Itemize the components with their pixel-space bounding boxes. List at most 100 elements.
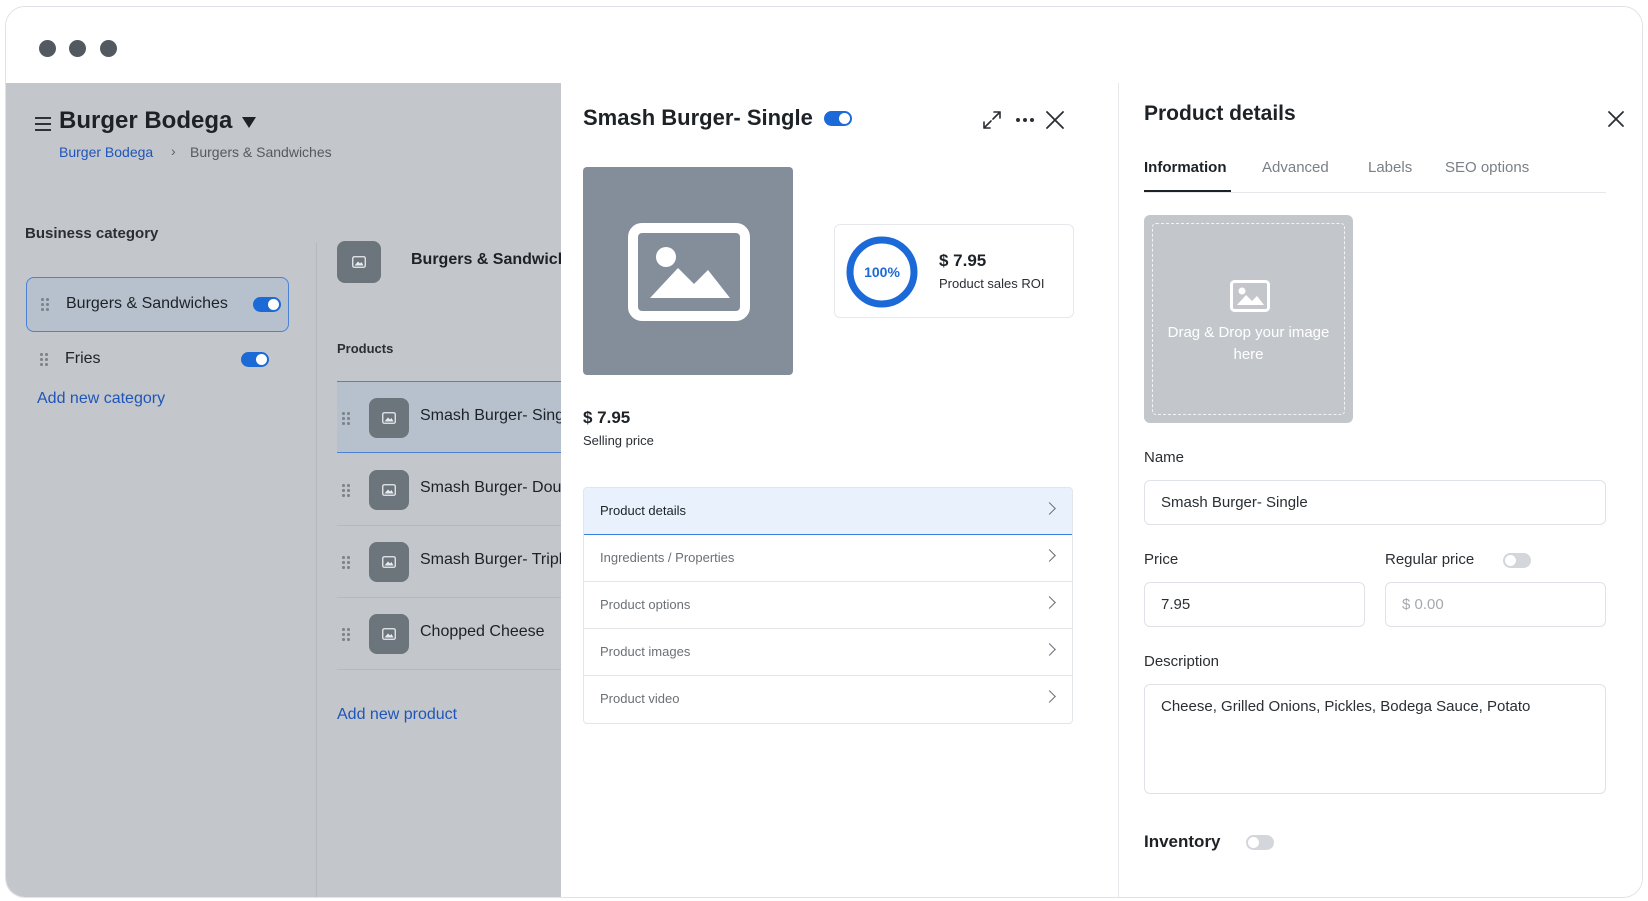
product-enabled-toggle[interactable]: [824, 111, 852, 126]
drag-handle-icon[interactable]: [342, 628, 350, 641]
product-name: Smash Burger- Triple: [420, 551, 572, 568]
menu-item-label: Ingredients / Properties: [600, 550, 735, 565]
image-icon: [382, 628, 396, 640]
hamburger-menu-icon[interactable]: [35, 117, 51, 131]
add-category-link[interactable]: Add new category: [37, 390, 165, 408]
name-input[interactable]: Smash Burger- Single: [1144, 480, 1606, 525]
breadcrumb-category: Burgers & Sandwiches: [190, 144, 332, 160]
breadcrumb-business[interactable]: Burger Bodega: [59, 144, 153, 160]
chevron-right-icon: [1043, 690, 1056, 703]
category-label: Burgers & Sandwiches: [66, 295, 228, 312]
roi-card: 100% $ 7.95 Product sales ROI: [834, 224, 1074, 318]
product-row[interactable]: Chopped Cheese: [337, 598, 561, 670]
tab-information[interactable]: Information: [1144, 159, 1227, 176]
close-icon[interactable]: [1605, 108, 1627, 130]
chevron-right-icon: [1043, 502, 1056, 515]
breadcrumb-chevron-icon: ›: [171, 143, 176, 159]
details-tabs: Information Advanced Labels SEO options: [1144, 153, 1606, 193]
product-name: Smash Burger- Single: [420, 407, 577, 424]
product-name: Chopped Cheese: [420, 623, 545, 640]
menu-item-ingredients[interactable]: Ingredients / Properties: [584, 535, 1072, 582]
inventory-toggle[interactable]: [1246, 835, 1274, 850]
roi-value: $ 7.95: [939, 251, 987, 270]
close-icon[interactable]: [1042, 107, 1068, 133]
window-maximize-dot[interactable]: [100, 40, 117, 57]
menu-item-label: Product details: [600, 503, 686, 518]
business-category-heading: Business category: [25, 225, 159, 242]
details-title: Product details: [1144, 102, 1296, 125]
window-close-dot[interactable]: [39, 40, 56, 57]
tab-advanced[interactable]: Advanced: [1262, 159, 1329, 176]
menu-item-product-details[interactable]: Product details: [584, 488, 1072, 535]
products-heading: Products: [337, 341, 394, 356]
menu-item-label: Product images: [600, 644, 691, 659]
price-input[interactable]: 7.95: [1144, 582, 1365, 627]
category-toggle[interactable]: [241, 352, 269, 367]
regular-price-toggle[interactable]: [1503, 553, 1531, 568]
window-minimize-dot[interactable]: [69, 40, 86, 57]
product-panel: Smash Burger- Single 100% $ 7.95 Product…: [561, 83, 1119, 897]
product-image[interactable]: [583, 167, 793, 375]
product-row[interactable]: Smash Burger- Double: [337, 454, 583, 526]
product-thumb: [369, 470, 409, 510]
chevron-right-icon: [1043, 643, 1056, 656]
menu-item-label: Product video: [600, 691, 680, 706]
expand-icon[interactable]: [979, 107, 1005, 133]
drag-handle-icon[interactable]: [342, 556, 350, 569]
active-tab-indicator: [1144, 190, 1231, 192]
add-product-link[interactable]: Add new product: [337, 706, 457, 724]
more-options-icon[interactable]: [1012, 107, 1038, 133]
category-item-burgers[interactable]: Burgers & Sandwiches: [26, 277, 289, 332]
tab-labels[interactable]: Labels: [1368, 159, 1412, 176]
chevron-right-icon: [1043, 549, 1056, 562]
category-toggle[interactable]: [253, 297, 281, 312]
product-row[interactable]: Smash Burger- Single: [337, 381, 577, 453]
regular-price-label: Regular price: [1385, 551, 1475, 568]
menu-item-label: Product options: [600, 597, 691, 612]
divider: [316, 243, 317, 897]
category-image-thumb: [337, 241, 381, 283]
name-label: Name: [1144, 449, 1185, 466]
product-title: Smash Burger- Single: [583, 105, 813, 130]
product-thumb: [369, 542, 409, 582]
background-panel: Burger Bodega Burger Bodega › Burgers & …: [6, 83, 585, 897]
description-label: Description: [1144, 653, 1220, 670]
product-thumb: [369, 398, 409, 438]
image-icon: [382, 412, 396, 424]
category-label: Fries: [65, 350, 101, 367]
product-row[interactable]: Smash Burger- Triple: [337, 526, 571, 598]
image-dropzone[interactable]: Drag & Drop your image here: [1144, 215, 1353, 423]
chevron-down-icon[interactable]: [242, 117, 256, 128]
roi-label: Product sales ROI: [939, 276, 1045, 291]
app-window: Burger Bodega Burger Bodega › Burgers & …: [5, 6, 1643, 898]
drag-handle-icon[interactable]: [342, 484, 350, 497]
product-menu: Product details Ingredients / Properties…: [583, 487, 1073, 724]
selling-price-label: Selling price: [583, 433, 654, 448]
product-name: Smash Burger- Double: [420, 479, 583, 496]
menu-item-product-video[interactable]: Product video: [584, 676, 1072, 723]
image-icon: [628, 223, 750, 321]
category-item-fries[interactable]: Fries: [26, 333, 289, 388]
app-content: Burger Bodega Burger Bodega › Burgers & …: [6, 83, 1642, 897]
roi-percent: 100%: [864, 264, 900, 280]
image-icon: [382, 556, 396, 568]
menu-item-product-options[interactable]: Product options: [584, 582, 1072, 629]
drag-handle-icon[interactable]: [40, 353, 48, 366]
selling-price-value: $ 7.95: [583, 408, 631, 427]
category-panel-title: Burgers & Sandwiches: [411, 251, 586, 268]
image-icon: [352, 256, 366, 268]
product-thumb: [369, 614, 409, 654]
menu-item-product-images[interactable]: Product images: [584, 629, 1072, 676]
description-textarea[interactable]: Cheese, Grilled Onions, Pickles, Bodega …: [1144, 684, 1606, 794]
chevron-right-icon: [1043, 596, 1056, 609]
product-details-panel: Product details Information Advanced Lab…: [1119, 83, 1642, 897]
dropzone-text: Drag & Drop your image here: [1167, 324, 1330, 363]
image-icon: [382, 484, 396, 496]
drag-handle-icon[interactable]: [342, 412, 350, 425]
drag-handle-icon[interactable]: [41, 298, 49, 311]
business-title[interactable]: Burger Bodega: [59, 107, 232, 135]
image-upload-icon: [1230, 280, 1270, 312]
title-bar: [6, 7, 1642, 83]
regular-price-input[interactable]: $ 0.00: [1385, 582, 1606, 627]
tab-seo-options[interactable]: SEO options: [1445, 159, 1529, 176]
